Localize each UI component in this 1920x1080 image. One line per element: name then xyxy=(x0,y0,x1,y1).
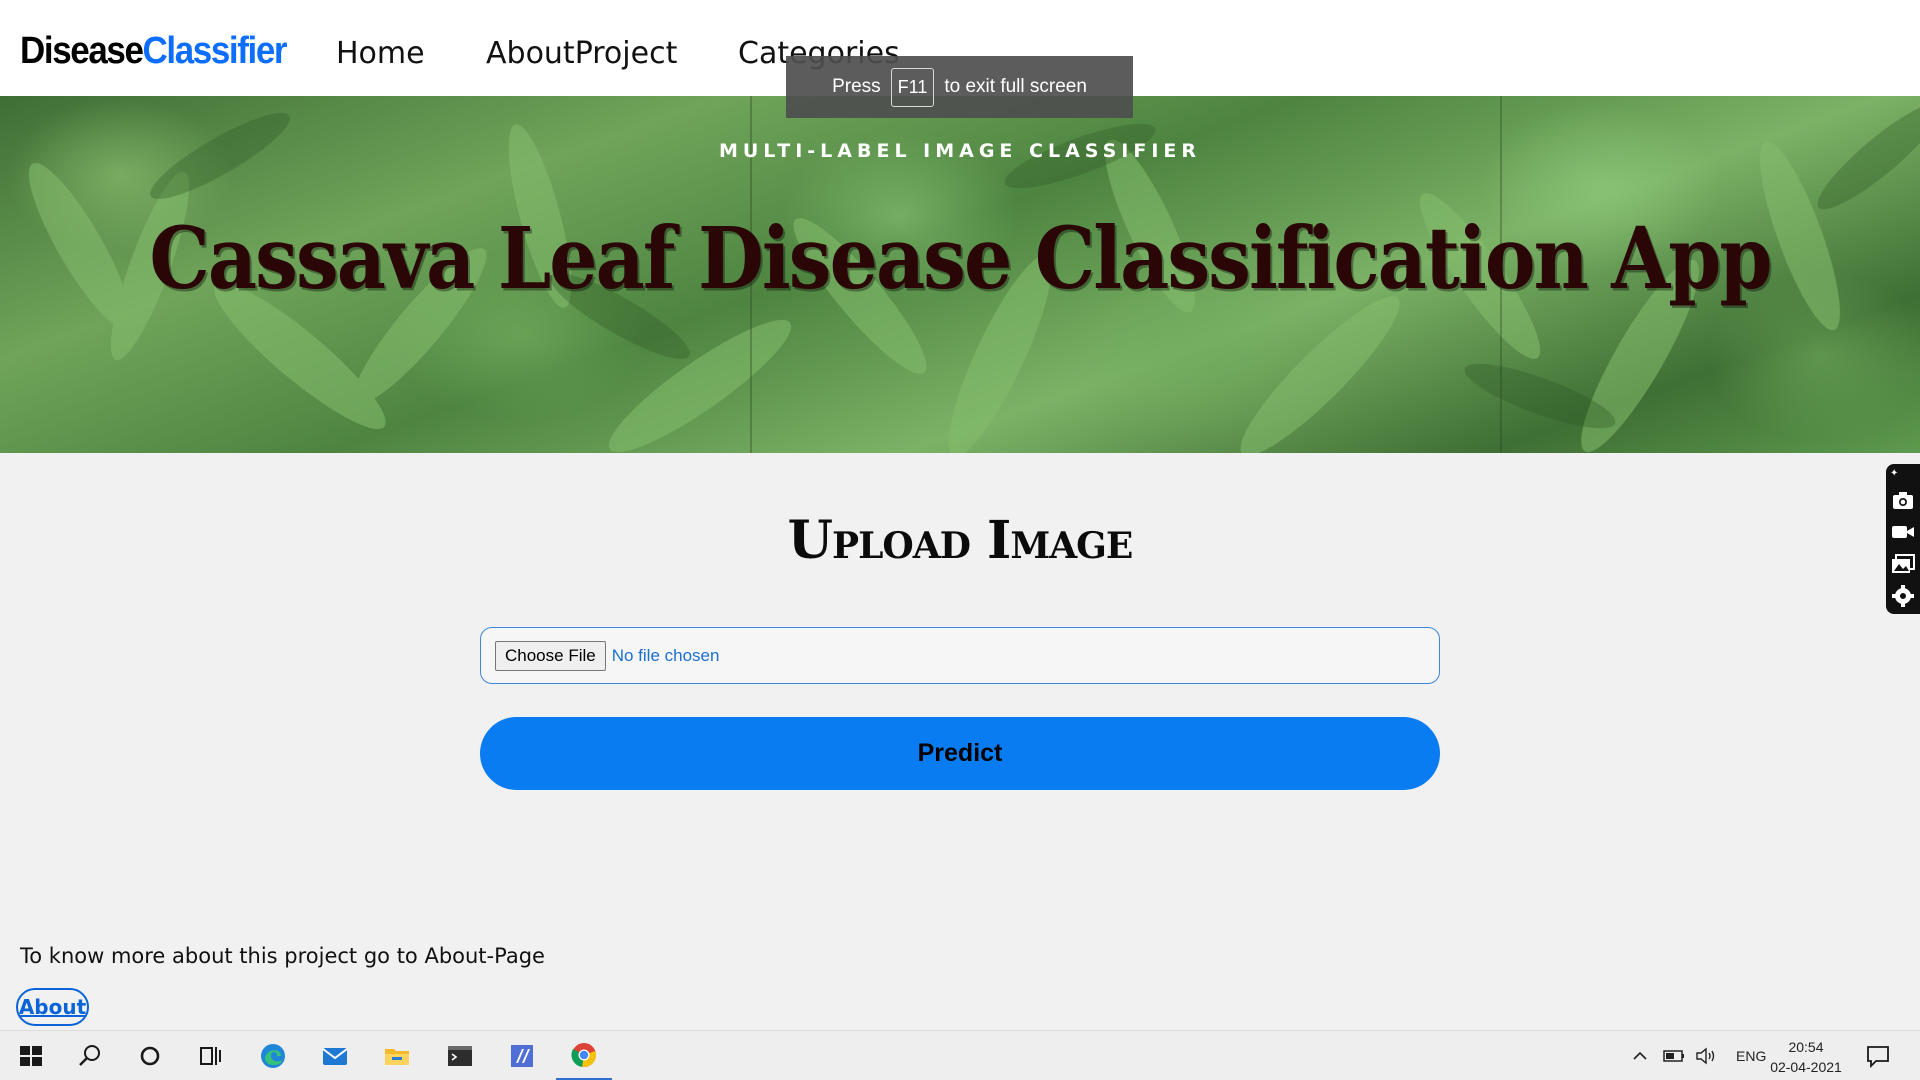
fullscreen-notice-pre: Press xyxy=(832,76,881,97)
task-view-icon[interactable] xyxy=(182,1031,238,1080)
language-indicator[interactable]: ENG xyxy=(1736,1048,1766,1064)
brand-part2: Classifier xyxy=(142,30,288,72)
taskbar: ENG 20:54 02-04-2021 xyxy=(0,1030,1920,1080)
upload-image-heading: Upload Image xyxy=(787,510,1134,571)
settings-icon[interactable] xyxy=(1891,585,1915,607)
clock-date: 02-04-2021 xyxy=(1770,1059,1842,1075)
hero-subtitle: MULTI-LABEL IMAGE CLASSIFIER xyxy=(718,140,1202,162)
notification-icon[interactable] xyxy=(1850,1031,1906,1080)
battery-icon[interactable] xyxy=(1662,1046,1688,1066)
hero-title: Cassava Leaf Disease Classification App xyxy=(149,208,1772,309)
nav-about-project-link[interactable]: AboutProject xyxy=(486,36,677,71)
fullscreen-notice-key: F11 xyxy=(890,67,935,107)
camera-icon[interactable] xyxy=(1891,489,1915,511)
cortana-icon[interactable] xyxy=(122,1031,178,1080)
windows-start-icon[interactable] xyxy=(3,1031,59,1080)
capture-side-widget: ✦ xyxy=(1886,464,1920,614)
app-icon[interactable] xyxy=(494,1031,550,1080)
brand-part1: Disease xyxy=(20,30,144,72)
brand-logo[interactable]: DiseaseClassifier xyxy=(20,30,288,73)
system-tray: ENG xyxy=(1630,1031,1766,1080)
search-icon[interactable] xyxy=(62,1031,118,1080)
video-icon[interactable] xyxy=(1891,521,1915,543)
chrome-icon[interactable] xyxy=(556,1031,612,1080)
about-info-text: To know more about this project go to Ab… xyxy=(20,944,545,968)
pin-icon[interactable]: ✦ xyxy=(1890,468,1898,479)
fullscreen-notice: Press F11 to exit full screen xyxy=(786,56,1133,118)
chevron-up-icon[interactable] xyxy=(1630,1046,1650,1066)
clock[interactable]: 20:54 02-04-2021 xyxy=(1764,1037,1848,1077)
predict-button[interactable]: Predict xyxy=(480,717,1440,790)
choose-file-button[interactable]: Choose File xyxy=(495,640,606,671)
clock-time: 20:54 xyxy=(1788,1039,1824,1055)
edge-icon[interactable] xyxy=(245,1031,301,1080)
volume-icon[interactable] xyxy=(1694,1046,1718,1066)
nav-home-link[interactable]: Home xyxy=(336,36,425,71)
file-input[interactable]: Choose File No file chosen xyxy=(480,627,1440,684)
file-status-text: No file chosen xyxy=(611,645,720,665)
file-explorer-icon[interactable] xyxy=(369,1031,425,1080)
fullscreen-notice-post: to exit full screen xyxy=(944,76,1087,97)
about-link[interactable]: About xyxy=(16,988,89,1026)
hero-banner: MULTI-LABEL IMAGE CLASSIFIER Cassava Lea… xyxy=(0,96,1920,453)
mail-icon[interactable] xyxy=(307,1031,363,1080)
terminal-icon[interactable] xyxy=(432,1031,488,1080)
gallery-icon[interactable] xyxy=(1891,553,1915,575)
